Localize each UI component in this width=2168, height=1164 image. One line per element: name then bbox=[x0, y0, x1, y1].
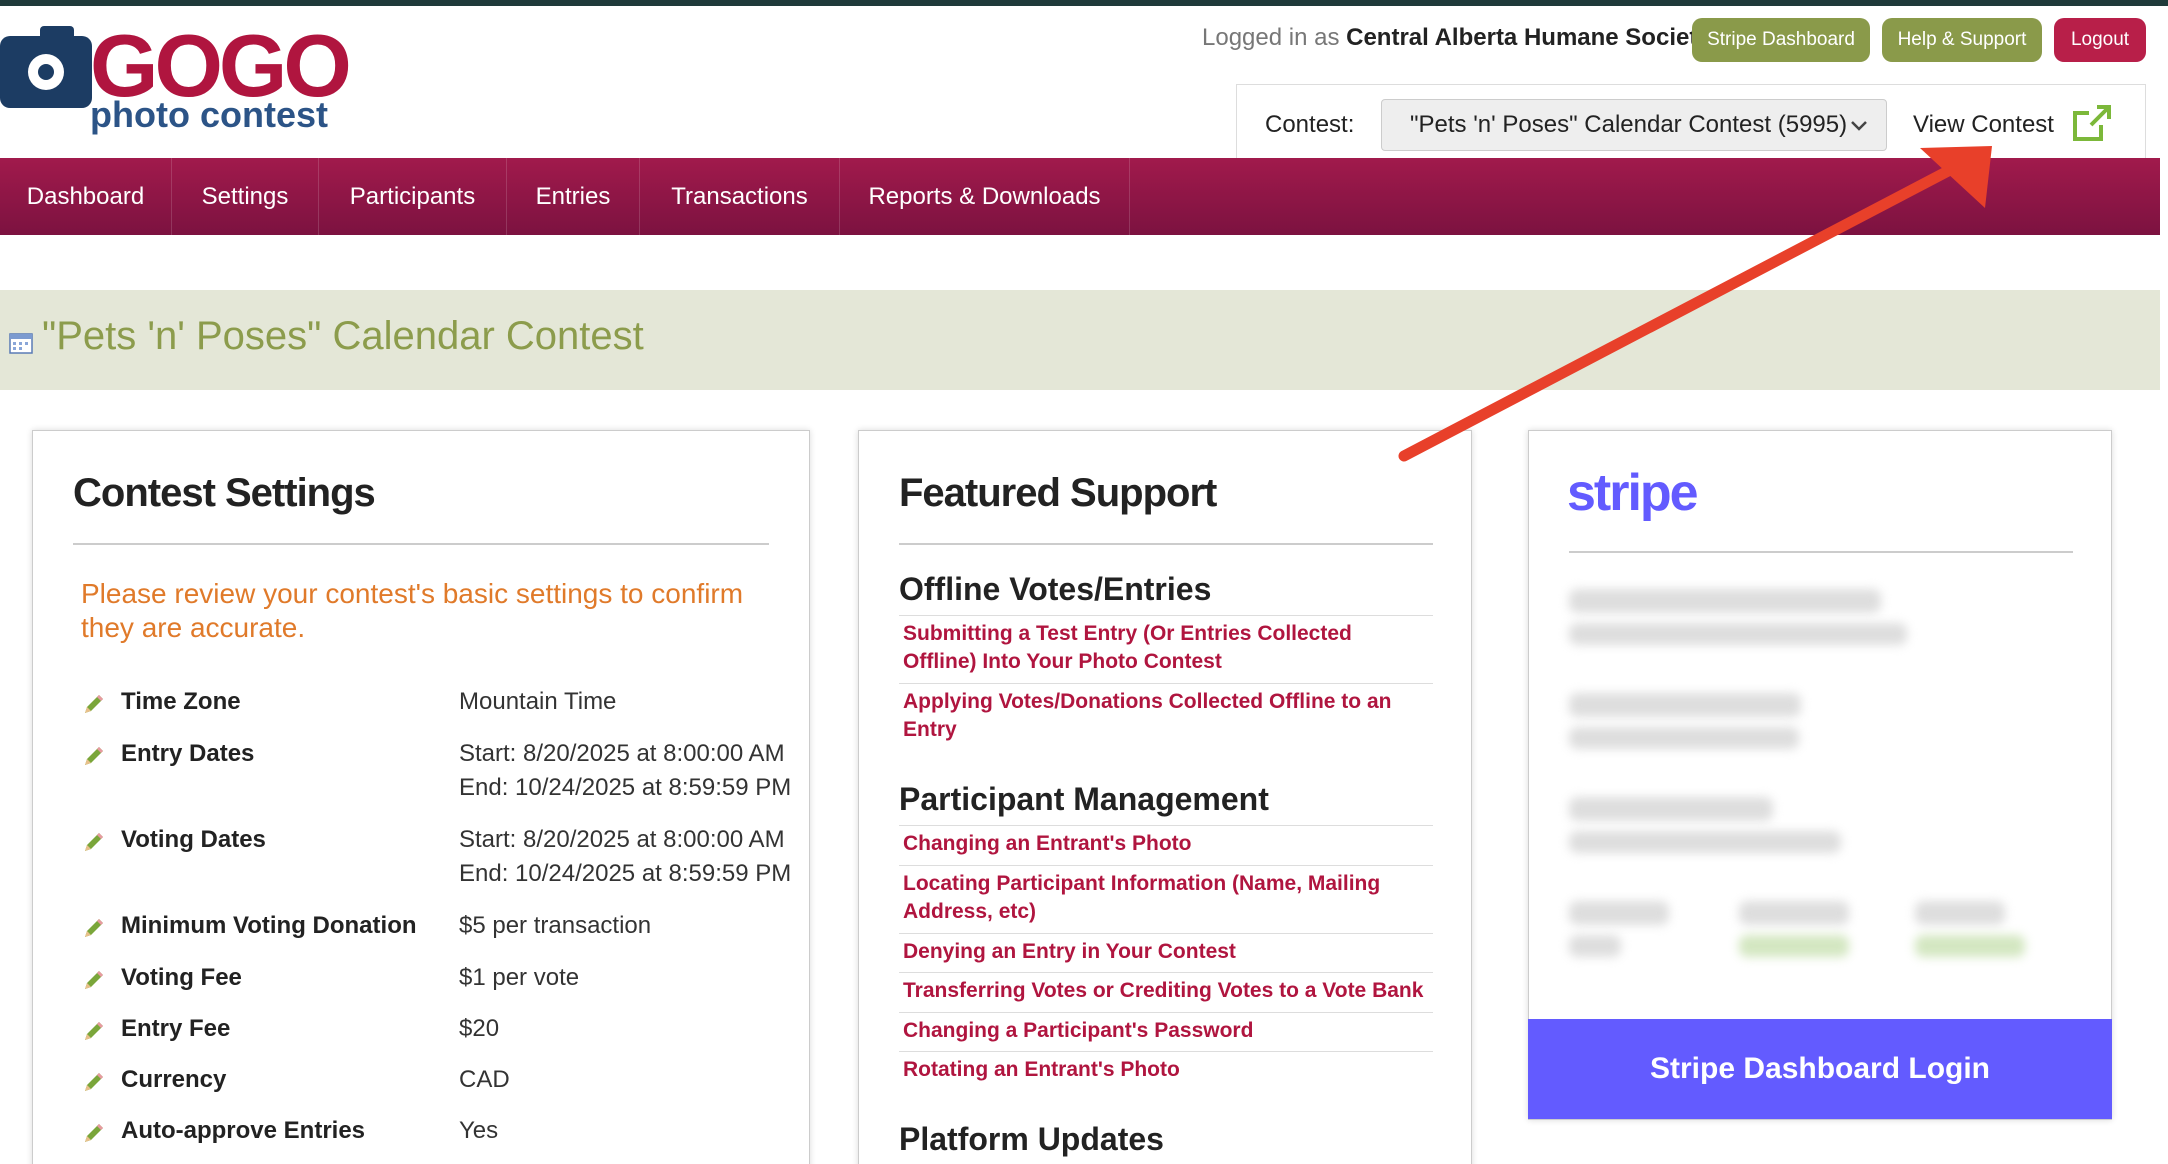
view-contest-link[interactable]: View Contest bbox=[1913, 111, 2054, 139]
redacted-text bbox=[1569, 589, 1881, 613]
setting-value: Start: 8/20/2025 at 8:00:00 AM End: 10/24… bbox=[459, 737, 791, 805]
setting-value-line: Yes bbox=[459, 1117, 499, 1144]
support-link[interactable]: Changing an Entrant's Photo bbox=[899, 825, 1433, 862]
support-link[interactable]: Submitting a Test Entry (Or Entries Coll… bbox=[899, 615, 1433, 680]
featured-support-heading: Featured Support bbox=[899, 471, 1217, 515]
redacted-text bbox=[1569, 693, 1801, 717]
settings-notice: Please review your contest's basic setti… bbox=[81, 578, 744, 643]
section-offline-votes: Offline Votes/Entries bbox=[899, 571, 1212, 607]
external-link-icon[interactable] bbox=[2071, 103, 2113, 143]
setting-value-line: $20 bbox=[459, 1015, 500, 1042]
setting-value: $20 bbox=[459, 1012, 499, 1046]
support-link[interactable]: Locating Participant Information (Name, … bbox=[899, 865, 1433, 930]
setting-value-line: Start: 8/20/2025 at 8:00:00 AM bbox=[459, 740, 785, 767]
top-accent-line bbox=[0, 0, 2168, 6]
setting-label: Currency bbox=[121, 1066, 227, 1093]
redacted-text bbox=[1569, 623, 1907, 645]
setting-value-line: Start: 8/20/2025 at 8:00:00 AM bbox=[459, 826, 785, 853]
nav-transactions[interactable]: Transactions bbox=[640, 158, 840, 235]
contest-select[interactable]: "Pets 'n' Poses" Calendar Contest (5995) bbox=[1381, 99, 1887, 151]
setting-value: CAD bbox=[459, 1063, 510, 1097]
setting-value-line: $1 per vote bbox=[459, 964, 580, 991]
featured-support-panel: Featured Support Offline Votes/Entries S… bbox=[858, 430, 1472, 1164]
contest-select-value: "Pets 'n' Poses" Calendar Contest (5995) bbox=[1410, 111, 1848, 138]
setting-value: Yes bbox=[459, 1114, 498, 1148]
camera-icon bbox=[0, 26, 92, 108]
support-link[interactable]: Transferring Votes or Crediting Votes to… bbox=[899, 972, 1433, 1009]
logo-sub-text: photo contest bbox=[90, 94, 328, 135]
setting-value-line: Mountain Time bbox=[459, 688, 617, 715]
main-nav: Dashboard Settings Participants Entries … bbox=[0, 158, 2160, 235]
calendar-icon bbox=[9, 333, 33, 354]
support-link[interactable]: Denying an Entry in Your Contest bbox=[899, 933, 1433, 970]
setting-value-line: End: 10/24/2025 at 8:59:59 PM bbox=[459, 774, 792, 801]
support-link[interactable]: Applying Votes/Donations Collected Offli… bbox=[899, 683, 1433, 748]
pencil-edit-icon[interactable] bbox=[81, 1069, 107, 1105]
setting-value-line: $5 per transaction bbox=[459, 912, 652, 939]
nav-entries[interactable]: Entries bbox=[507, 158, 640, 235]
section-participant-management: Participant Management bbox=[899, 781, 1269, 817]
organization-name: Central Alberta Humane Society bbox=[1346, 24, 1711, 51]
help-support-button[interactable]: Help & Support bbox=[1882, 18, 2042, 62]
pencil-edit-icon[interactable] bbox=[81, 829, 107, 865]
setting-label: Voting Dates bbox=[121, 826, 266, 853]
logout-button[interactable]: Logout bbox=[2054, 18, 2146, 62]
setting-label: Auto-approve Entries bbox=[121, 1117, 366, 1144]
pencil-edit-icon[interactable] bbox=[81, 967, 107, 1003]
divider bbox=[73, 543, 769, 545]
redacted-text bbox=[1739, 901, 1849, 925]
stripe-panel: stripe Stripe Dashboard Login bbox=[1528, 430, 2112, 1120]
setting-value: Start: 8/20/2025 at 8:00:00 AM End: 10/24… bbox=[459, 823, 791, 891]
pencil-edit-icon[interactable] bbox=[81, 691, 107, 727]
redacted-text bbox=[1569, 797, 1773, 821]
stripe-dashboard-button[interactable]: Stripe Dashboard bbox=[1692, 18, 1870, 62]
support-link[interactable]: Changing a Participant's Password bbox=[899, 1012, 1433, 1049]
redacted-badge bbox=[1915, 935, 2025, 957]
redacted-text bbox=[1569, 727, 1799, 749]
stripe-logo: stripe bbox=[1567, 464, 1699, 522]
logged-in-status: Logged in as Central Alberta Humane Soci… bbox=[1202, 24, 1711, 52]
redacted-text bbox=[1569, 901, 1669, 925]
divider bbox=[1569, 551, 2073, 553]
redacted-text bbox=[1569, 935, 1621, 957]
pencil-edit-icon[interactable] bbox=[81, 743, 107, 779]
redacted-text bbox=[1915, 901, 2005, 925]
nav-settings[interactable]: Settings bbox=[172, 158, 319, 235]
pencil-edit-icon[interactable] bbox=[81, 915, 107, 951]
setting-label: Entry Dates bbox=[121, 740, 255, 767]
setting-value-line: End: 10/24/2025 at 8:59:59 PM bbox=[459, 860, 792, 887]
chevron-down-icon bbox=[1851, 121, 1867, 131]
setting-label: Minimum Voting Donation bbox=[121, 912, 417, 939]
setting-label: Time Zone bbox=[121, 688, 241, 715]
setting-label: Entry Fee bbox=[121, 1015, 231, 1042]
pencil-edit-icon[interactable] bbox=[81, 1120, 107, 1156]
divider bbox=[899, 543, 1433, 545]
setting-label: Voting Fee bbox=[121, 964, 242, 991]
contest-label: Contest: bbox=[1265, 111, 1355, 138]
page-title-band: "Pets 'n' Poses" Calendar Contest bbox=[0, 290, 2160, 390]
contest-switcher: Contest: "Pets 'n' Poses" Calendar Conte… bbox=[1236, 84, 2146, 158]
gogo-logo[interactable]: GOGO photo contest bbox=[0, 22, 352, 138]
setting-value: Mountain Time bbox=[459, 685, 616, 719]
nav-dashboard[interactable]: Dashboard bbox=[0, 158, 172, 235]
redacted-badge bbox=[1739, 935, 1849, 957]
contest-settings-heading: Contest Settings bbox=[73, 471, 376, 515]
nav-reports-downloads[interactable]: Reports & Downloads bbox=[840, 158, 1130, 235]
setting-value-line: CAD bbox=[459, 1066, 510, 1093]
setting-value: $1 per vote bbox=[459, 961, 579, 995]
redacted-text bbox=[1569, 831, 1841, 853]
section-platform-updates: Platform Updates bbox=[899, 1121, 1164, 1157]
stripe-dashboard-login-button[interactable]: Stripe Dashboard Login bbox=[1528, 1019, 2112, 1119]
nav-participants[interactable]: Participants bbox=[319, 158, 507, 235]
page-title: "Pets 'n' Poses" Calendar Contest bbox=[42, 314, 644, 358]
contest-settings-panel: Contest Settings Please review your cont… bbox=[32, 430, 810, 1164]
setting-value: $5 per transaction bbox=[459, 909, 651, 943]
pencil-edit-icon[interactable] bbox=[81, 1018, 107, 1054]
logged-in-prefix: Logged in as bbox=[1202, 24, 1340, 51]
support-link[interactable]: Rotating an Entrant's Photo bbox=[899, 1051, 1433, 1088]
